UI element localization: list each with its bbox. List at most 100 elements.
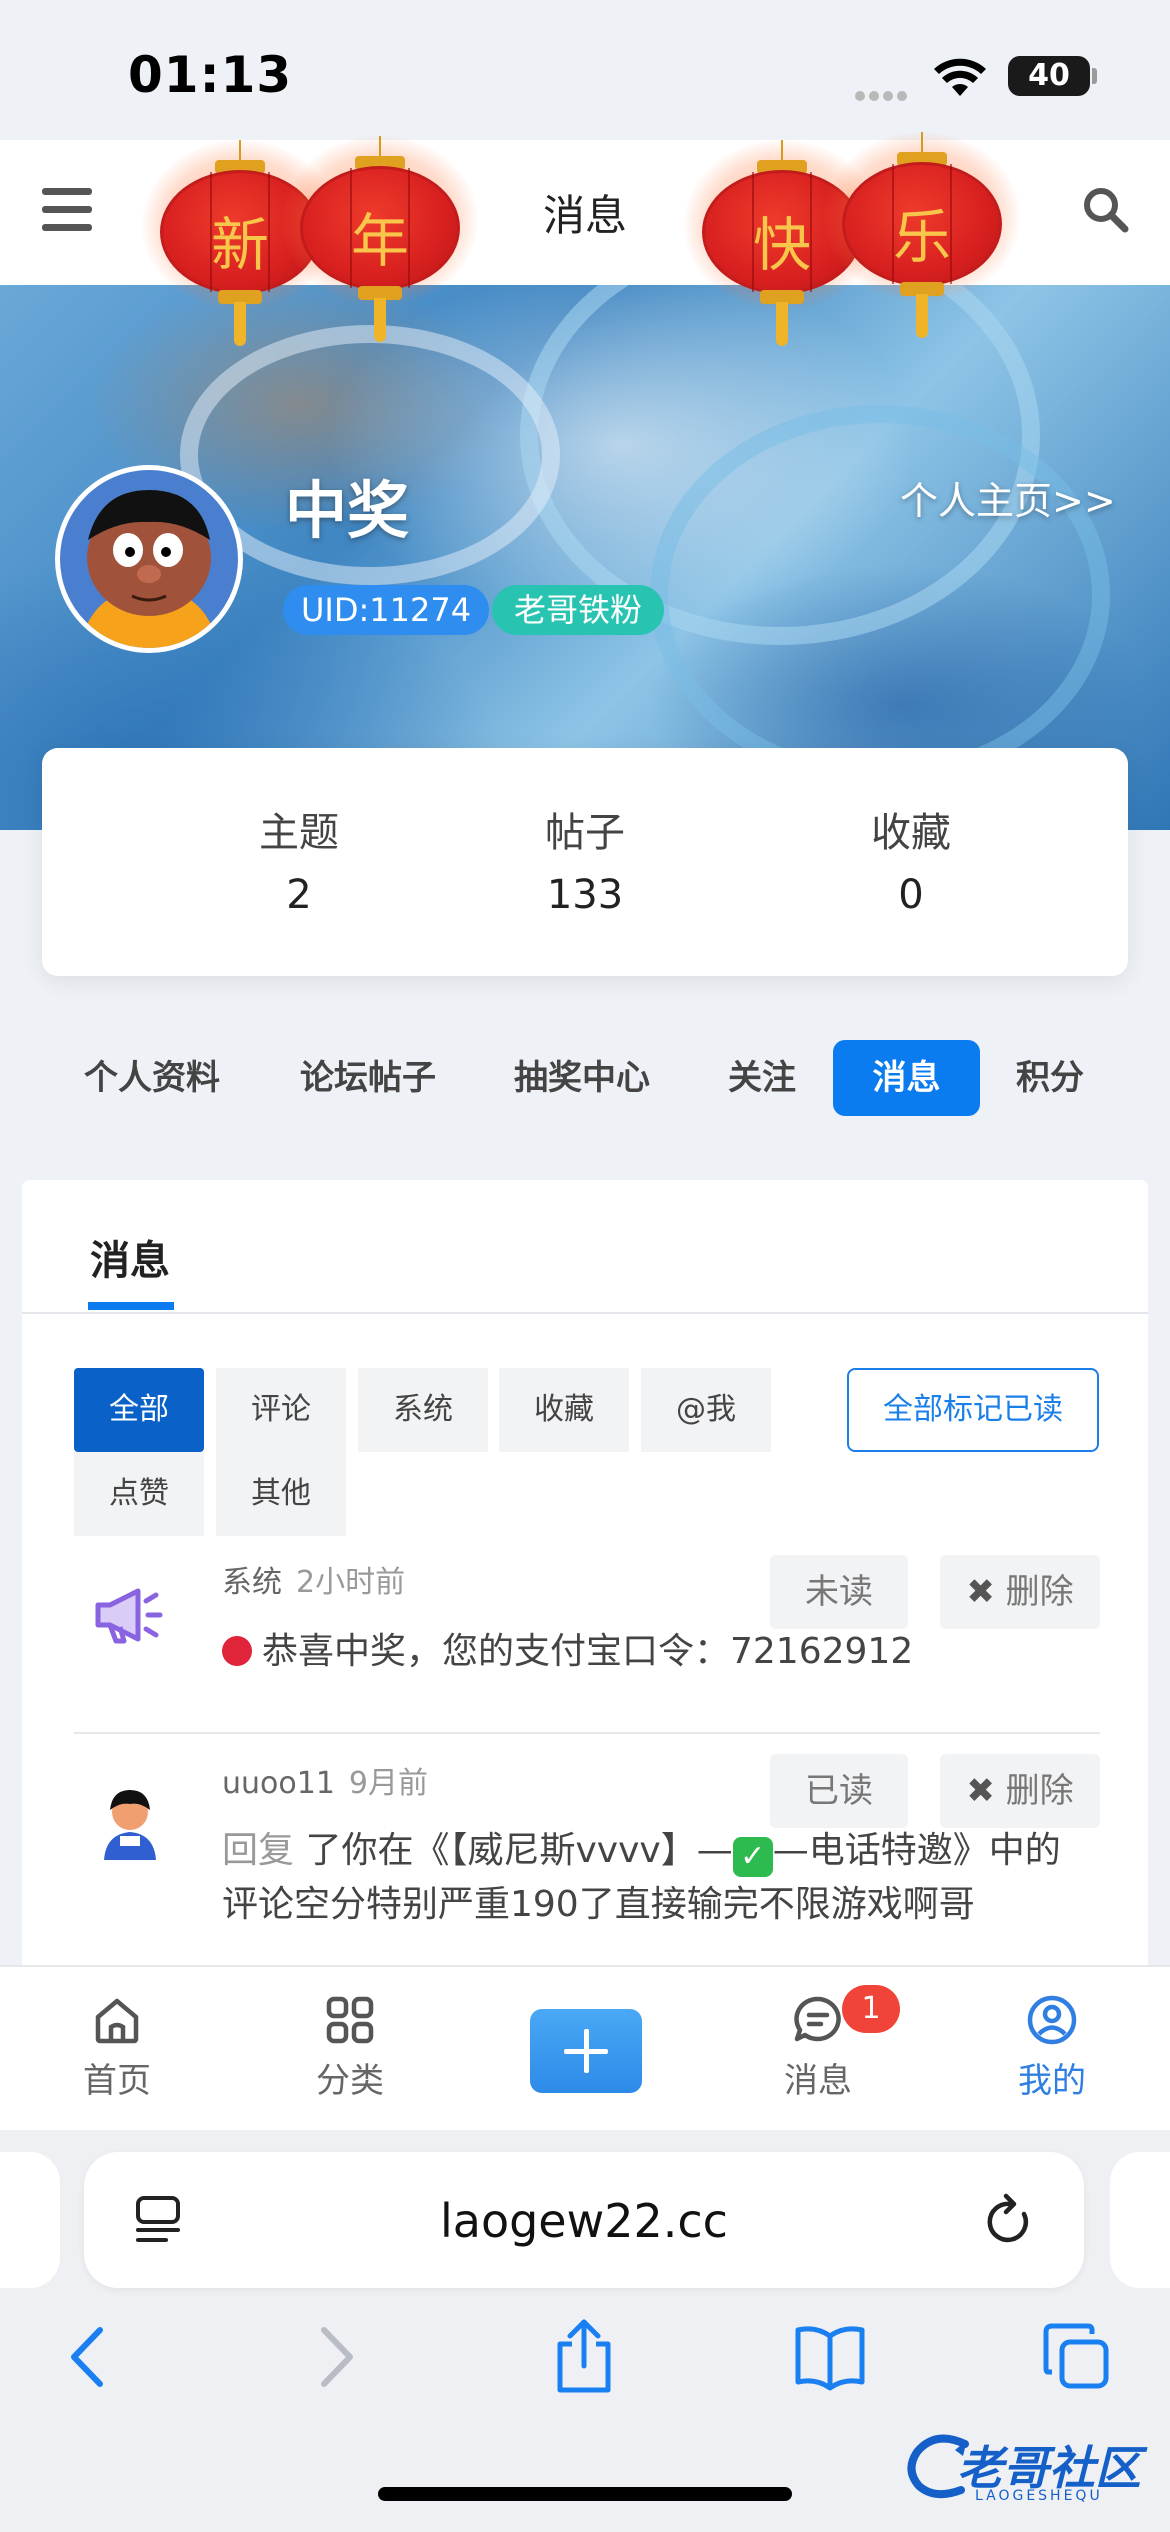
status-time: 01:13 (128, 46, 293, 104)
stat-label: 主题 (259, 810, 339, 856)
nav-category[interactable]: 分类 (285, 1993, 415, 2102)
sender-name: 系统 (222, 1565, 282, 1600)
stat-topics[interactable]: 主题 2 (174, 800, 424, 918)
user-avatar-icon (104, 1790, 156, 1860)
divider (22, 1312, 1148, 1314)
lantern-decoration: 年 (282, 136, 478, 342)
delete-button[interactable]: ✖ 删除 (940, 1754, 1100, 1828)
back-icon[interactable] (62, 2322, 112, 2392)
filter-comments[interactable]: 评论 (216, 1368, 346, 1452)
nav-label: 消息 (784, 2061, 852, 2101)
dragon-decoration (650, 405, 1110, 785)
filter-other[interactable]: 其他 (216, 1452, 346, 1536)
check-mark-icon: ✓ (732, 1837, 773, 1877)
menu-icon[interactable] (42, 188, 92, 232)
reload-icon[interactable] (984, 2192, 1036, 2248)
message-sender: uuoo11 9月前 (222, 1758, 428, 1802)
filter-mentions[interactable]: @我 (641, 1368, 771, 1452)
previous-tab-preview[interactable] (0, 2152, 60, 2288)
chat-icon (794, 1996, 841, 2042)
sender-name: uuoo11 (222, 1766, 335, 1801)
watermark-subtext: LAOGESHEQU (975, 2488, 1103, 2504)
stat-label: 收藏 (871, 810, 951, 856)
stat-value: 0 (898, 872, 924, 918)
battery-cap (1092, 68, 1097, 84)
lantern-decoration: 乐 (824, 132, 1020, 338)
filter-all[interactable]: 全部 (74, 1368, 204, 1452)
next-tab-preview[interactable] (1110, 2152, 1170, 2288)
panel-tab-underline (88, 1302, 174, 1310)
close-icon: ✖ (966, 1771, 995, 1811)
message-text: 回复 了你在《【威尼斯vvvv】— ✓ —电话特邀》中的 评论空分特别严重190了直… (222, 1824, 1102, 1932)
tab-profile[interactable]: 个人资料 (72, 1040, 232, 1116)
message-text-part: —电话特邀》中的 (772, 1830, 1061, 1871)
lantern-char: 乐 (892, 203, 951, 271)
add-post-button[interactable] (530, 2009, 642, 2093)
stat-value: 2 (286, 872, 312, 918)
tab-points[interactable]: 积分 (1000, 1040, 1100, 1116)
message-text-content: 恭喜中奖，您的支付宝口令：72162912 (262, 1631, 914, 1672)
message-time: 2小时前 (296, 1565, 406, 1600)
bottom-nav: 首页 分类 消息 我的 (0, 1965, 1170, 2130)
stat-label: 帖子 (545, 810, 625, 856)
wifi-icon (934, 58, 986, 96)
stat-value: 133 (546, 872, 624, 918)
fan-badge: 老哥铁粉 (492, 585, 665, 635)
home-indicator[interactable] (378, 2487, 792, 2501)
tab-messages[interactable]: 消息 (833, 1040, 980, 1116)
stats-card: 主题 2 帖子 133 收藏 0 (42, 748, 1128, 976)
nav-label: 分类 (316, 2061, 384, 2101)
message-sender: 系统 2小时前 (222, 1557, 405, 1601)
tabs-icon[interactable] (1042, 2322, 1112, 2392)
list-item[interactable]: 系统 2小时前 未读 ✖ 删除 恭喜中奖，您的支付宝口令：72162912 (74, 1555, 1100, 1713)
profile-tabs: 个人资料 论坛帖子 抽奖中心 关注 消息 积分 (0, 1040, 1170, 1116)
nav-home[interactable]: 首页 (52, 1993, 182, 2102)
reply-word: 回复 (222, 1830, 295, 1871)
share-icon[interactable] (552, 2316, 616, 2396)
read-button[interactable]: 已读 (770, 1754, 908, 1828)
cellular-signal-icon (855, 86, 915, 101)
message-text-part: 了你在《【威尼斯vvvv】— (305, 1830, 733, 1871)
tab-lottery[interactable]: 抽奖中心 (502, 1040, 662, 1116)
url-text[interactable]: laogew22.cc (84, 2194, 1084, 2248)
grid-icon (326, 1996, 374, 2044)
list-item[interactable]: uuoo11 9月前 已读 ✖ 删除 回复 了你在《【威尼斯vvvv】— ✓ —电话特… (74, 1754, 1102, 1958)
message-panel: 消息 全部 评论 系统 收藏 @我 点赞 其他 全部标记已读 系统 2小时前 未读… (22, 1180, 1148, 1980)
filter-likes[interactable]: 点赞 (74, 1452, 204, 1536)
message-time: 9月前 (348, 1766, 429, 1801)
megaphone-icon (95, 1588, 163, 1644)
message-count-badge: 1 (842, 1985, 900, 2033)
filter-favorites[interactable]: 收藏 (499, 1368, 629, 1452)
user-name: 中奖 (285, 474, 410, 547)
search-icon[interactable] (1080, 184, 1130, 234)
battery-indicator: 40 (1008, 56, 1090, 96)
mark-all-read-button[interactable]: 全部标记已读 (847, 1368, 1099, 1452)
tab-forum-posts[interactable]: 论坛帖子 (288, 1040, 448, 1116)
profile-home-link[interactable]: 个人主页>> (900, 470, 1116, 525)
lantern-char: 年 (350, 207, 409, 275)
home-icon (95, 1998, 139, 2044)
avatar[interactable] (55, 465, 243, 653)
delete-button[interactable]: ✖ 删除 (940, 1555, 1100, 1629)
unread-button[interactable]: 未读 (770, 1555, 908, 1629)
close-icon: ✖ (966, 1572, 995, 1612)
uid-badge: UID:11274 (283, 585, 490, 635)
delete-label: 删除 (1005, 1572, 1074, 1612)
stat-favorites[interactable]: 收藏 0 (786, 800, 1036, 918)
user-icon (1027, 1995, 1077, 2045)
bookmarks-icon[interactable] (792, 2322, 868, 2392)
tab-follow[interactable]: 关注 (712, 1040, 812, 1116)
divider (74, 1732, 1100, 1734)
nav-me[interactable]: 我的 (987, 1993, 1117, 2102)
panel-tab-messages[interactable]: 消息 (90, 1228, 170, 1286)
delete-label: 删除 (1005, 1771, 1074, 1811)
forward-icon[interactable] (312, 2322, 362, 2392)
filter-system[interactable]: 系统 (358, 1368, 488, 1452)
stat-posts[interactable]: 帖子 133 (460, 800, 710, 918)
message-text-part: 评论空分特别严重190了直接输完不限游戏啊哥 (222, 1884, 975, 1925)
status-bar: 01:13 40 (0, 0, 1170, 140)
address-bar[interactable]: laogew22.cc (84, 2152, 1084, 2288)
red-dot-icon (222, 1636, 252, 1666)
message-text: 恭喜中奖，您的支付宝口令：72162912 (222, 1625, 1102, 1679)
site-watermark: 老哥社区 LAOGESHEQU (905, 2424, 1165, 2510)
